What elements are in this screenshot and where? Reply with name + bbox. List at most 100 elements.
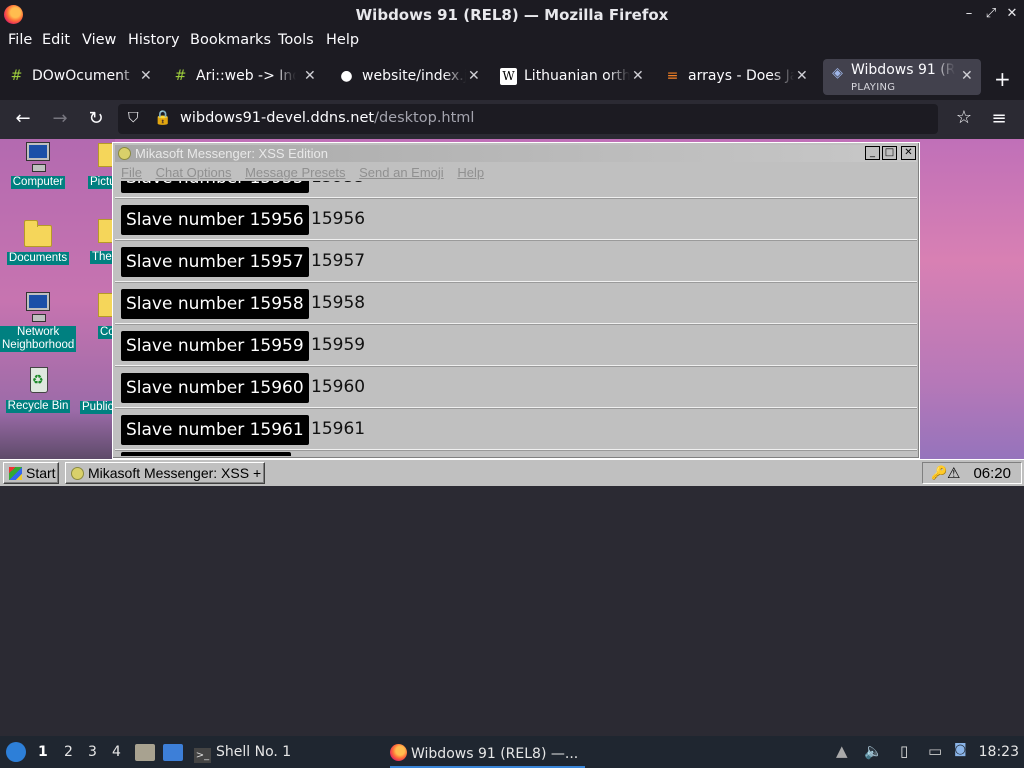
start-button[interactable]: Start xyxy=(3,462,59,484)
list-item: Slave number 15957 15957 xyxy=(115,240,917,282)
tab-playing-label: PLAYING xyxy=(851,82,896,93)
taskbar-item-firefox[interactable]: Wibdows 91 (REL8) —... xyxy=(390,744,585,768)
network-status-icon[interactable]: ◙ xyxy=(954,742,967,757)
restore-icon[interactable]: ⤢ xyxy=(982,5,1000,23)
workspace-4[interactable]: 4 xyxy=(112,744,121,760)
message-text: 15961 xyxy=(311,419,366,439)
app-launcher-icon[interactable] xyxy=(6,742,26,762)
notes-icon[interactable]: ▯ xyxy=(900,742,908,760)
forward-icon[interactable]: → xyxy=(49,108,71,129)
site-icon: ◈ xyxy=(832,65,843,81)
back-icon[interactable]: ← xyxy=(12,108,34,129)
wibdows-system-tray: 🔑 ⚠ 06:20 xyxy=(922,462,1022,484)
tab-close-icon[interactable]: ✕ xyxy=(468,68,480,84)
window-maximize-icon[interactable]: □ xyxy=(882,146,897,160)
list-item: Slave number 15959 15959 xyxy=(115,324,917,366)
tab-close-icon[interactable]: ✕ xyxy=(796,68,808,84)
wibdows-clock: 06:20 xyxy=(973,465,1011,482)
desktop-icon-recycle-bin[interactable]: Recycle Bin xyxy=(0,365,76,413)
desktop-icon-public-label[interactable]: Public xyxy=(80,401,114,414)
message-text: 15957 xyxy=(311,251,366,271)
taskbar-item-messenger[interactable]: Mikasoft Messenger: XSS + xyxy=(65,462,265,484)
computer-icon xyxy=(27,143,49,172)
window-close-icon[interactable]: ✕ xyxy=(901,146,916,160)
hamburger-menu-icon[interactable]: ≡ xyxy=(988,108,1010,129)
message-list[interactable]: Slave number 15955 15955 Slave number 15… xyxy=(115,181,917,456)
menu-edit[interactable]: Edit xyxy=(42,32,70,48)
messenger-menu-file[interactable]: File xyxy=(121,165,142,180)
network-icon xyxy=(27,293,49,322)
file-manager-icon[interactable] xyxy=(135,744,155,761)
close-icon[interactable]: ✕ xyxy=(1003,5,1021,23)
menu-file[interactable]: File xyxy=(8,32,32,48)
desktop-icon-computer[interactable]: Computer xyxy=(0,141,76,189)
url-bar[interactable]: ⛉ 🔒 wibdows91-devel.ddns.net/desktop.htm… xyxy=(118,104,972,134)
github-icon: ● xyxy=(340,68,353,84)
list-item: Slave number 15961 15961 xyxy=(115,408,917,450)
browser-menubar: File Edit View History Bookmarks Tools H… xyxy=(0,29,1024,54)
key-icon[interactable]: 🔑 xyxy=(931,465,947,481)
taskbar-item-shell[interactable]: >_ Shell No. 1 xyxy=(194,744,291,763)
bookmark-star-icon[interactable]: ☆ xyxy=(956,107,972,128)
system-clock: 18:23 xyxy=(978,744,1019,760)
workspace-1[interactable]: 1 xyxy=(38,744,48,760)
tab-close-icon[interactable]: ✕ xyxy=(632,68,644,84)
tab-close-icon[interactable]: ✕ xyxy=(961,68,973,84)
next-sender-badge-fragment xyxy=(121,452,291,456)
desktop-icon-pictures-label[interactable]: Pictu xyxy=(88,176,114,189)
desktop-icon-network-neighborhood[interactable]: Network Neighborhood xyxy=(0,291,77,352)
messenger-menu-send-emoji[interactable]: Send an Emoji xyxy=(359,165,444,180)
folder-icon xyxy=(24,220,52,247)
messenger-menu-message-presets[interactable]: Message Presets xyxy=(245,165,345,180)
message-text: 15955 xyxy=(311,181,365,187)
tab-close-icon[interactable]: ✕ xyxy=(140,68,152,84)
window-minimize-icon[interactable]: _ xyxy=(865,146,880,160)
messenger-menubar: File Chat Options Message Presets Send a… xyxy=(121,165,494,180)
tab-website-index[interactable]: ● website/index.js ✕ xyxy=(338,59,486,95)
menu-tools[interactable]: Tools xyxy=(278,32,314,48)
clipboard-icon[interactable]: ▲ xyxy=(836,742,848,760)
message-text: 15958 xyxy=(311,293,366,313)
message-text: 15959 xyxy=(311,335,366,355)
minimize-icon[interactable]: – xyxy=(960,5,978,23)
tab-arrays-java[interactable]: ≡ arrays - Does Java ✕ xyxy=(664,59,812,95)
tab-dowocument[interactable]: # DOwOcument ✕ xyxy=(8,59,158,95)
list-item: Slave number 15956 15956 xyxy=(115,198,917,240)
sender-badge: Slave number 15955 xyxy=(121,181,309,193)
tab-close-icon[interactable]: ✕ xyxy=(304,68,316,84)
desktop-icon-documents[interactable]: Documents xyxy=(0,217,76,265)
lock-icon[interactable]: 🔒 xyxy=(154,110,171,126)
tab-lithuanian-orthography[interactable]: W Lithuanian orthography ✕ xyxy=(500,59,648,95)
sender-badge: Slave number 15957 xyxy=(121,247,309,277)
workspace-2[interactable]: 2 xyxy=(64,744,73,760)
reload-icon[interactable]: ↻ xyxy=(85,108,107,129)
sender-badge: Slave number 15959 xyxy=(121,331,309,361)
warning-icon[interactable]: ⚠ xyxy=(947,464,960,482)
messenger-menu-help[interactable]: Help xyxy=(457,165,484,180)
tab-wibdows-91[interactable]: ◈ Wibdows 91 (REL8) PLAYING ✕ xyxy=(823,59,981,95)
navigation-toolbar: ← → ↻ ⛉ 🔒 wibdows91-devel.ddns.net/deskt… xyxy=(0,100,1024,139)
list-item: Slave number 15955 15955 xyxy=(115,181,917,198)
recycle-bin-icon xyxy=(30,367,48,393)
messenger-menu-chat-options[interactable]: Chat Options xyxy=(156,165,232,180)
shield-icon[interactable]: ⛉ xyxy=(128,110,139,126)
menu-history[interactable]: History xyxy=(128,32,180,48)
window-title: Wibdows 91 (REL8) — Mozilla Firefox xyxy=(355,6,669,24)
menu-view[interactable]: View xyxy=(82,32,116,48)
empty-browser-area xyxy=(0,486,1024,736)
new-tab-icon[interactable]: + xyxy=(994,67,1011,91)
list-item: Slave number 15958 15958 xyxy=(115,282,917,324)
menu-bookmarks[interactable]: Bookmarks xyxy=(190,32,271,48)
menu-help[interactable]: Help xyxy=(326,32,359,48)
url-text[interactable]: wibdows91-devel.ddns.net/desktop.html xyxy=(180,110,474,126)
display-icon[interactable]: ▭ xyxy=(928,742,942,760)
desktop-icon-themes-label[interactable]: Ther xyxy=(90,251,114,264)
messenger-titlebar[interactable]: Mikasoft Messenger: XSS Edition _ □ ✕ xyxy=(115,145,917,162)
show-desktop-icon[interactable] xyxy=(163,744,183,761)
messenger-icon xyxy=(118,147,131,160)
tab-ari-web[interactable]: # Ari::web -> Index ✕ xyxy=(172,59,322,95)
terminal-icon: >_ xyxy=(194,748,211,763)
windows-flag-icon xyxy=(9,467,22,480)
workspace-3[interactable]: 3 xyxy=(88,744,97,760)
volume-icon[interactable]: 🔈 xyxy=(864,742,883,760)
